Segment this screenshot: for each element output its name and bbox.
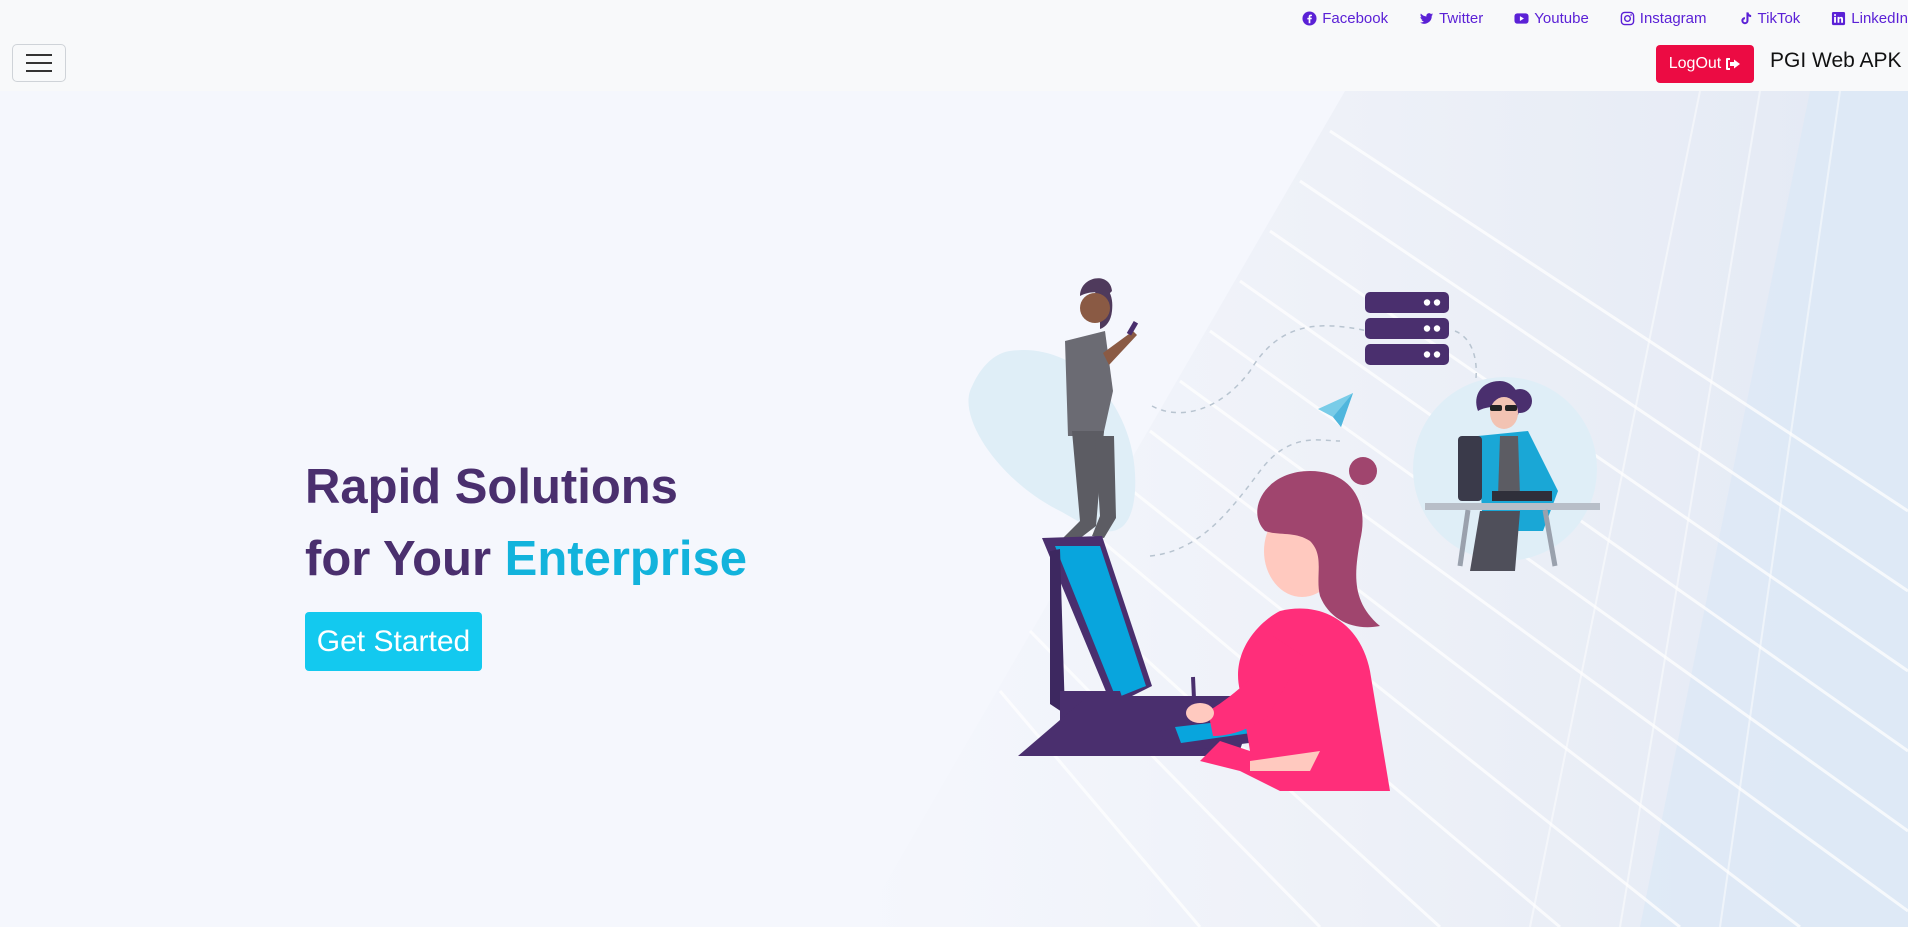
get-started-button[interactable]: Get Started — [305, 612, 482, 671]
facebook-label: Facebook — [1322, 9, 1389, 27]
twitter-label: Twitter — [1439, 9, 1484, 27]
instagram-icon — [1620, 11, 1635, 25]
hero-title-line2-prefix: for Your — [305, 532, 505, 586]
youtube-icon — [1514, 12, 1529, 24]
linkedin-link[interactable]: LinkedIn — [1831, 10, 1908, 27]
linkedin-icon — [1832, 11, 1846, 25]
tiktok-link[interactable]: TikTok — [1738, 9, 1801, 27]
instagram-link[interactable]: Instagram — [1620, 10, 1707, 27]
instagram-label: Instagram — [1639, 9, 1707, 27]
hero-title-accent: Enterprise — [504, 532, 748, 586]
facebook-link[interactable]: Facebook — [1302, 10, 1388, 27]
twitter-link[interactable]: Twitter — [1419, 10, 1483, 27]
hero-illustration — [968, 278, 1600, 791]
youtube-label: Youtube — [1534, 9, 1589, 27]
logout-label: LogOut — [1668, 55, 1722, 72]
tiktok-icon — [1740, 11, 1751, 24]
hero-title: Rapid Solutions for Your Enterprise — [305, 451, 747, 595]
linkedin-label: LinkedIn — [1851, 9, 1908, 27]
menu-toggle-button[interactable] — [12, 44, 66, 82]
sign-out-icon — [1726, 58, 1741, 70]
hero-title-line1: Rapid Solutions — [305, 460, 678, 514]
hamburger-line — [26, 54, 52, 56]
tiktok-label: TikTok — [1757, 9, 1801, 27]
hamburger-line — [26, 70, 52, 72]
social-links: Facebook Twitter Youtube Instagram TikTo… — [1302, 8, 1908, 28]
logout-button[interactable]: LogOut — [1656, 45, 1754, 83]
paper-plane-icon — [1318, 393, 1353, 427]
navbar: Facebook Twitter Youtube Instagram TikTo… — [0, 0, 1908, 91]
hamburger-line — [26, 62, 52, 64]
server-stack — [1365, 292, 1449, 365]
facebook-icon — [1302, 10, 1317, 26]
hero-section: Rapid Solutions for Your Enterprise Get … — [0, 91, 1908, 927]
youtube-link[interactable]: Youtube — [1514, 10, 1589, 27]
brand-name[interactable]: PGI Web APK — [1770, 49, 1902, 73]
twitter-icon — [1420, 12, 1434, 24]
